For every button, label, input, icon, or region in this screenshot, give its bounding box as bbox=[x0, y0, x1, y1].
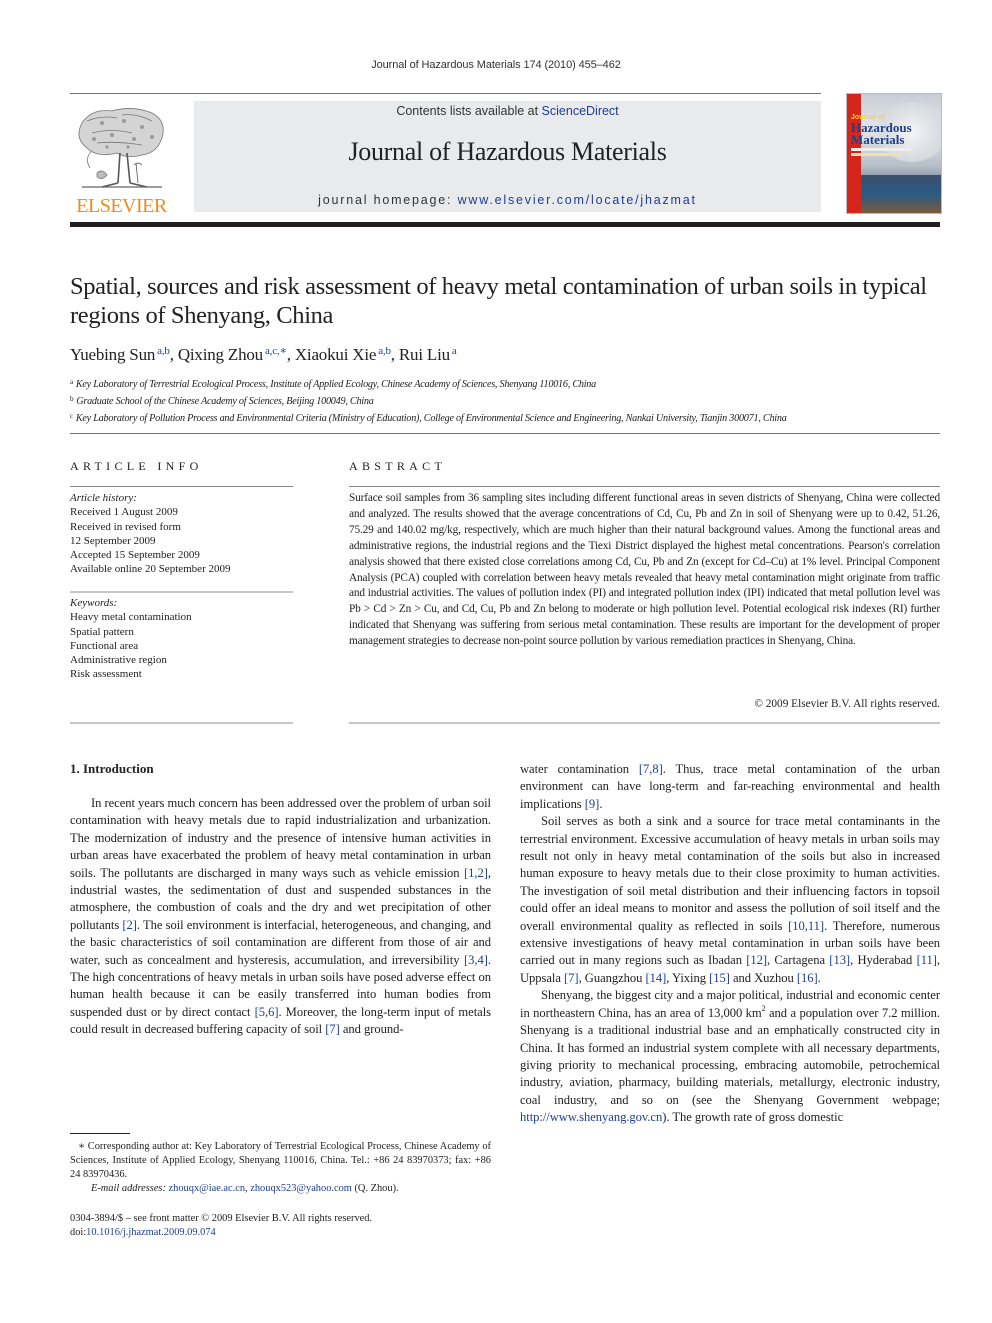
email-link[interactable]: zhouqx@iae.ac.cn bbox=[169, 1183, 246, 1194]
article-info-rule bbox=[70, 486, 293, 487]
abstract-bottom-rule bbox=[349, 722, 940, 724]
body-column-right: water contamination [7,8]. Thus, trace m… bbox=[520, 761, 940, 1127]
author[interactable]: Xiaokui Xie a,b bbox=[295, 345, 391, 364]
article-info-bottom-rule bbox=[70, 722, 293, 724]
citation-link[interactable]: [12] bbox=[746, 953, 767, 967]
keywords: Keywords: Heavy metal contamination Spat… bbox=[70, 596, 295, 682]
citation-link[interactable]: [3,4] bbox=[464, 953, 488, 967]
abstract-rule bbox=[349, 486, 940, 487]
running-head: Journal of Hazardous Materials 174 (2010… bbox=[371, 59, 621, 71]
citation-link[interactable]: [16] bbox=[797, 971, 818, 985]
citation-link[interactable]: [9] bbox=[585, 797, 600, 811]
cover-title: Hazardous Materials bbox=[851, 120, 912, 147]
article-history: Article history: Received 1 August 2009 … bbox=[70, 491, 295, 577]
homepage-prefix: journal homepage: bbox=[318, 193, 458, 207]
elsevier-logo[interactable]: ELSEVIER bbox=[70, 103, 173, 217]
section-divider bbox=[70, 433, 940, 434]
citation-link[interactable]: [7] bbox=[325, 1022, 340, 1036]
footnote: ∗ Corresponding author at: Key Laborator… bbox=[70, 1140, 491, 1196]
history-item: Received in revised form bbox=[70, 520, 181, 533]
cover-subtitle-bar bbox=[851, 148, 911, 151]
paragraph: Shenyang, the biggest city and a major p… bbox=[520, 988, 941, 1125]
web-link[interactable]: http://www.shenyang.gov.cn bbox=[520, 1110, 662, 1124]
affiliation: b Graduate School of the Chinese Academy … bbox=[70, 395, 374, 408]
article-title: Spatial, sources and risk assessment of … bbox=[70, 273, 927, 329]
citation-link[interactable]: [14] bbox=[645, 971, 666, 985]
front-matter: 0304-3894/$ – see front matter © 2009 El… bbox=[70, 1212, 372, 1241]
keyword: Heavy metal contamination bbox=[70, 611, 192, 624]
doi-link[interactable]: 10.1016/j.jhazmat.2009.09.074 bbox=[86, 1227, 216, 1238]
email-link[interactable]: zhouqx523@yahoo.com bbox=[250, 1183, 352, 1194]
homepage-line: journal homepage: www.elsevier.com/locat… bbox=[194, 193, 821, 207]
citation-link[interactable]: [13] bbox=[829, 953, 850, 967]
history-label: Article history: bbox=[70, 492, 137, 504]
affiliation: a Key Laboratory of Terrestrial Ecologica… bbox=[70, 378, 596, 390]
footnote-rule bbox=[70, 1133, 130, 1134]
history-item: Accepted 15 September 2009 bbox=[70, 549, 200, 562]
author-affiliation-marks: a,b bbox=[157, 345, 170, 357]
author[interactable]: Qixing Zhou a,c,∗ bbox=[178, 345, 287, 364]
superscript: 2 bbox=[761, 1003, 766, 1013]
citation-link[interactable]: [10,11] bbox=[788, 919, 824, 933]
keyword: Risk assessment bbox=[70, 668, 142, 681]
author[interactable]: Rui Liu a bbox=[399, 345, 457, 364]
abstract-text: Surface soil samples from 36 sampling si… bbox=[349, 492, 940, 648]
corresponding-author-note: ∗ Corresponding author at: Key Laborator… bbox=[70, 1141, 491, 1180]
citation-link[interactable]: [5,6] bbox=[255, 1005, 279, 1019]
abstract-heading: ABSTRACT bbox=[349, 459, 447, 473]
keywords-rule bbox=[70, 591, 293, 593]
keyword: Administrative region bbox=[70, 654, 167, 667]
contents-line: Contents lists available at ScienceDirec… bbox=[194, 104, 821, 118]
citation-link[interactable]: [15] bbox=[709, 971, 730, 985]
paragraph: Soil serves as both a sink and a source … bbox=[520, 814, 940, 985]
citation-link[interactable]: [7] bbox=[564, 971, 579, 985]
history-item: 12 September 2009 bbox=[70, 534, 156, 547]
abstract-copyright: © 2009 Elsevier B.V. All rights reserved… bbox=[754, 698, 940, 710]
journal-banner: Contents lists available at ScienceDirec… bbox=[194, 101, 821, 212]
body-column-left: In recent years much concern has been ad… bbox=[70, 795, 491, 1039]
history-item: Available online 20 September 2009 bbox=[70, 563, 231, 576]
author-affiliation-marks: a,c,∗ bbox=[265, 345, 287, 357]
history-item: Received 1 August 2009 bbox=[70, 506, 178, 519]
header-thick-rule bbox=[70, 222, 940, 227]
email-line: E-mail addresses: zhouqx@iae.ac.cn, zhou… bbox=[91, 1183, 399, 1194]
header-rule bbox=[70, 93, 821, 94]
elsevier-tree-icon bbox=[78, 108, 164, 188]
paragraph: In recent years much concern has been ad… bbox=[70, 796, 491, 1037]
section-heading-introduction: 1. Introduction bbox=[70, 761, 154, 776]
keyword: Functional area bbox=[70, 639, 139, 652]
author-affiliation-marks: a bbox=[451, 345, 457, 357]
cover-subtitle-bar-2 bbox=[851, 153, 901, 156]
issn-line: 0304-3894/$ – see front matter © 2009 El… bbox=[70, 1213, 373, 1224]
citation-link[interactable]: [11] bbox=[917, 953, 937, 967]
affiliation: c Key Laboratory of Pollution Process and… bbox=[70, 412, 787, 425]
homepage-link[interactable]: www.elsevier.com/locate/jhazmat bbox=[458, 193, 697, 207]
journal-title: Journal of Hazardous Materials bbox=[348, 137, 667, 166]
journal-cover-image[interactable]: Journal of Hazardous Materials bbox=[846, 93, 942, 214]
author-affiliation-marks: a,b bbox=[378, 345, 391, 357]
author[interactable]: Yuebing Sun a,b bbox=[70, 345, 170, 364]
citation-link[interactable]: [7,8] bbox=[639, 762, 663, 776]
contents-prefix: Contents lists available at bbox=[396, 104, 542, 118]
sciencedirect-link[interactable]: ScienceDirect bbox=[542, 104, 619, 118]
author-list: Yuebing Sun a,b, Qixing Zhou a,c,∗, Xiaoku… bbox=[70, 345, 457, 364]
elsevier-wordmark: ELSEVIER bbox=[76, 195, 167, 217]
keywords-label: Keywords: bbox=[70, 597, 118, 609]
affiliations: a Key Laboratory of Terrestrial Ecologica… bbox=[70, 375, 950, 427]
keyword: Spatial pattern bbox=[70, 625, 134, 638]
doi-line: doi:10.1016/j.jhazmat.2009.09.074 bbox=[70, 1227, 216, 1239]
cover-factory bbox=[861, 175, 941, 213]
citation-link[interactable]: [2] bbox=[122, 918, 137, 932]
article-info-heading: ARTICLE INFO bbox=[70, 459, 203, 473]
citation-link[interactable]: [1,2] bbox=[464, 866, 488, 880]
paragraph: water contamination [7,8]. Thus, trace m… bbox=[520, 762, 941, 811]
